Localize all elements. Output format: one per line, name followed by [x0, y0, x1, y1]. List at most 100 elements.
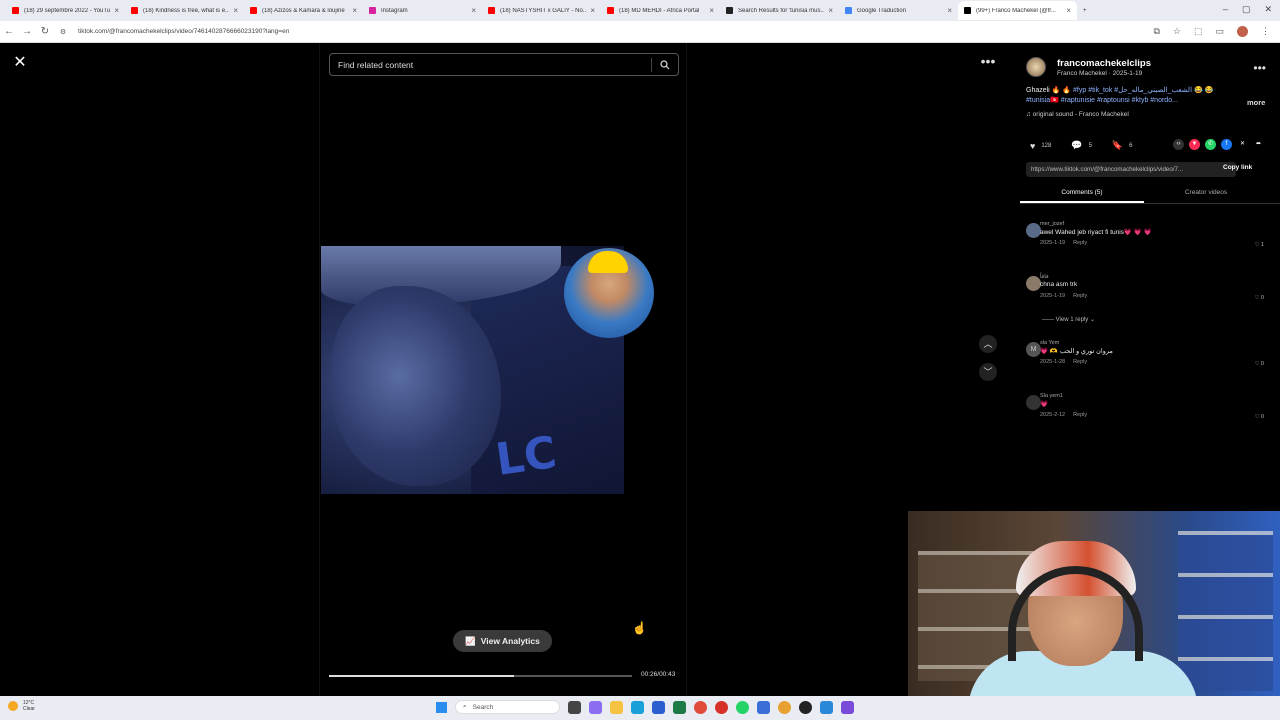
browser-tab-active[interactable]: (99+) Franco Machekel (@fr... ×	[958, 1, 1077, 20]
share-buttons: ‹› ▼ ✆ f ✕ ➦	[1173, 139, 1264, 150]
comment-like-button[interactable]: ♡ 0	[1254, 414, 1264, 420]
like-button[interactable]: ♥ 128	[1030, 141, 1051, 151]
browser-tab[interactable]: (18) Azizos & Kamara & loujine ×	[244, 1, 363, 20]
store-icon[interactable]	[652, 700, 665, 714]
close-tab-icon[interactable]: ×	[1066, 6, 1071, 15]
related-search-input[interactable]: Find related content	[329, 53, 679, 76]
weather-widget[interactable]: 12°C Clear	[8, 700, 35, 712]
bookmark-icon: 🔖	[1111, 140, 1124, 150]
browser-tab[interactable]: (18) Kindness is free, what is e... ×	[125, 1, 244, 20]
sidebar-icon[interactable]: ▭	[1215, 26, 1224, 37]
new-tab-button[interactable]: +	[1077, 1, 1097, 20]
previous-video-button[interactable]: ︿	[979, 335, 997, 353]
close-tab-icon[interactable]: ×	[590, 6, 595, 15]
author-avatar[interactable]	[1026, 57, 1046, 77]
close-tab-icon[interactable]: ×	[352, 6, 357, 15]
commenter-name[interactable]: ⁣⁣فافاً	[1040, 274, 1049, 280]
windows-taskbar: 12°C Clear ⌕ Search	[0, 696, 1280, 720]
youtube-icon	[131, 7, 138, 14]
reload-icon[interactable]: ↻	[36, 26, 54, 37]
browser-tab[interactable]: Search Results for 'tunisia mus... ×	[720, 1, 839, 20]
reply-button[interactable]: Reply	[1073, 412, 1087, 418]
reply-button[interactable]: Reply	[1073, 293, 1087, 299]
site-info-icon[interactable]: ⚙	[54, 28, 72, 36]
commenter-name[interactable]: Sla yem1	[1040, 393, 1063, 399]
whatsapp-icon[interactable]: ✆	[1205, 139, 1216, 150]
tab-comments[interactable]: Comments (5)	[1020, 184, 1144, 203]
edge-icon[interactable]	[631, 700, 644, 714]
close-icon[interactable]: ✕	[10, 53, 30, 73]
excel-icon[interactable]	[673, 700, 686, 714]
commenter-name[interactable]: mer_jozef	[1040, 221, 1064, 227]
task-view-icon[interactable]	[568, 700, 581, 714]
more-options-icon[interactable]: •••	[979, 54, 997, 71]
youtube-icon	[488, 7, 495, 14]
next-video-button[interactable]: ﹀	[979, 363, 997, 381]
menu-icon[interactable]: ⋮	[1261, 26, 1270, 37]
comment-button[interactable]: 💬 5	[1071, 140, 1092, 151]
view-replies-link[interactable]: —— View 1 reply ⌄	[1042, 316, 1095, 323]
close-tab-icon[interactable]: ×	[828, 6, 833, 15]
app-purple-icon[interactable]	[841, 700, 854, 714]
taskbar-search[interactable]: ⌕ Search	[455, 700, 560, 714]
save-button[interactable]: 🔖 6	[1112, 140, 1133, 151]
facebook-icon[interactable]: f	[1221, 139, 1232, 150]
reply-button[interactable]: Reply	[1073, 240, 1087, 246]
maximize-icon[interactable]: ▢	[1242, 4, 1251, 15]
close-tab-icon[interactable]: ×	[947, 6, 952, 15]
copy-link-button[interactable]: Copy link	[1223, 164, 1252, 171]
close-window-icon[interactable]: ✕	[1264, 4, 1272, 15]
app-blue-icon[interactable]	[757, 700, 770, 714]
embed-icon[interactable]: ‹›	[1173, 139, 1184, 150]
search-icon[interactable]	[660, 59, 670, 70]
forward-icon[interactable]: →	[18, 26, 36, 37]
close-tab-icon[interactable]: ×	[471, 6, 476, 15]
video-progress-bar[interactable]	[329, 675, 632, 677]
url-field[interactable]: tiktok.com/@francomachekelclips/video/74…	[78, 28, 1153, 35]
comment-like-button[interactable]: ♡ 0	[1254, 361, 1264, 367]
comment-like-button[interactable]: ♡ 0	[1254, 295, 1264, 301]
x-icon[interactable]: ✕	[1237, 139, 1248, 150]
comment-text: 💗 🫶 مروان توري و الحب	[1040, 348, 1113, 355]
caption-more-link[interactable]: more	[1247, 98, 1265, 107]
share-arrow-icon[interactable]: ➦	[1253, 139, 1264, 150]
reply-button[interactable]: Reply	[1073, 359, 1087, 365]
commenter-avatar[interactable]	[1026, 395, 1041, 410]
app-red-icon[interactable]	[715, 700, 728, 714]
close-tab-icon[interactable]: ×	[233, 6, 238, 15]
sound-link[interactable]: ♫ original sound - Franco Machekel	[1026, 111, 1129, 118]
bookmark-star-icon[interactable]: ☆	[1173, 26, 1181, 37]
profile-avatar[interactable]	[1237, 26, 1248, 37]
chrome-alt-icon[interactable]	[778, 700, 791, 714]
tab-creator-videos[interactable]: Creator videos	[1144, 184, 1268, 203]
windows-start-icon[interactable]	[436, 701, 447, 713]
browser-tab[interactable]: (18) NASTYSHIT x GALIY - No... ×	[482, 1, 601, 20]
panel-more-icon[interactable]: •••	[1253, 61, 1266, 75]
tiktok-icon	[964, 7, 971, 14]
commenter-avatar[interactable]	[1026, 276, 1041, 291]
extensions-icon[interactable]: ⬚	[1194, 26, 1203, 37]
browser-tab[interactable]: Google Traduction ×	[839, 1, 958, 20]
commenter-avatar[interactable]: M	[1026, 342, 1041, 357]
video-link-field[interactable]: https://www.tiktok.com/@francomachekelcl…	[1026, 162, 1236, 177]
comment-like-button[interactable]: ♡ 1	[1254, 242, 1264, 248]
browser-tab[interactable]: Instagram ×	[363, 1, 482, 20]
app-send-icon[interactable]	[820, 700, 833, 714]
app-dark-icon[interactable]	[799, 700, 812, 714]
close-tab-icon[interactable]: ×	[114, 6, 119, 15]
close-tab-icon[interactable]: ×	[709, 6, 714, 15]
minimize-icon[interactable]: –	[1223, 4, 1228, 15]
copilot-icon[interactable]	[589, 700, 602, 714]
repost-icon[interactable]: ▼	[1189, 139, 1200, 150]
commenter-name[interactable]: sla Yem	[1040, 340, 1059, 346]
file-explorer-icon[interactable]	[610, 700, 623, 714]
author-username[interactable]: francomachekelclips	[1057, 58, 1151, 69]
install-app-icon[interactable]: ⧉	[1153, 26, 1159, 37]
whatsapp-icon[interactable]	[736, 700, 749, 714]
browser-tab[interactable]: (18) 29 septembre 2022 - YouTube ×	[6, 1, 125, 20]
view-analytics-button[interactable]: 📈 View Analytics	[453, 630, 552, 652]
browser-tab[interactable]: (18) MD MEHDI - Africa Portal ×	[601, 1, 720, 20]
back-icon[interactable]: ←	[0, 26, 18, 37]
commenter-avatar[interactable]	[1026, 223, 1041, 238]
chrome-icon[interactable]	[694, 700, 707, 714]
